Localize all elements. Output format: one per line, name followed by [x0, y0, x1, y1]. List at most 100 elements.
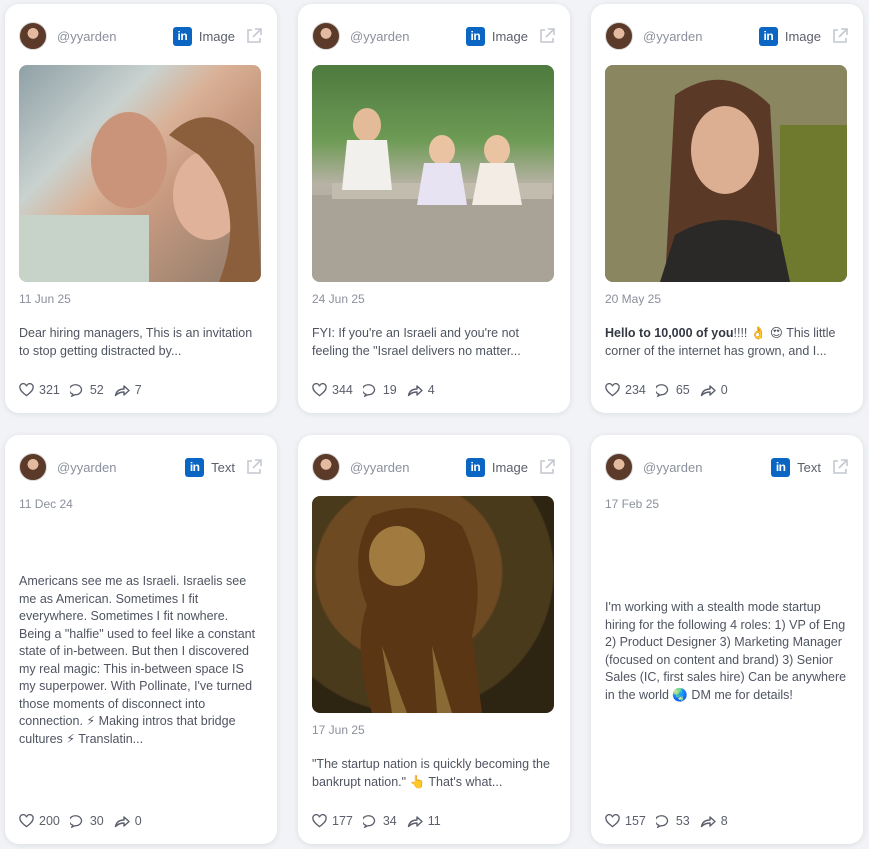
shares: 0	[700, 383, 728, 397]
post-type-label: Text	[797, 459, 821, 475]
shares-count: 8	[720, 814, 728, 828]
post-image-content	[605, 65, 847, 282]
likes-count: 200	[39, 814, 60, 828]
linkedin-icon: in	[172, 26, 192, 46]
external-link-icon[interactable]	[831, 458, 849, 476]
comment-icon	[655, 384, 669, 397]
avatar	[605, 22, 633, 50]
engagement-stats: 234 65 0	[605, 381, 738, 399]
card-header: @yyarden in Image	[19, 20, 263, 52]
post-card[interactable]: @yyarden in Image 11 Jun 25 Dear hiring …	[5, 4, 277, 413]
heart-icon	[605, 814, 620, 828]
post-card[interactable]: @yyarden in Image 17 Jun 25 "The startup…	[298, 435, 570, 844]
likes: 177	[312, 814, 353, 828]
share-icon	[407, 385, 423, 397]
post-date: 17 Jun 25	[312, 723, 365, 737]
shares-count: 0	[134, 814, 142, 828]
comments: 52	[69, 383, 104, 397]
linkedin-icon: in	[465, 26, 485, 46]
post-card[interactable]: @yyarden in Image 24 Jun 25 FYI: If you'…	[298, 4, 570, 413]
post-text: Dear hiring managers, This is an invitat…	[19, 326, 253, 358]
post-text: "The startup nation is quickly becoming …	[312, 757, 550, 789]
post-image[interactable]	[312, 65, 554, 282]
comments-count: 65	[675, 383, 690, 397]
comment-icon	[69, 815, 83, 828]
post-text: Americans see me as Israeli. Israelis se…	[19, 574, 256, 746]
username: @yyarden	[643, 459, 703, 475]
post-card[interactable]: @yyarden in Image 20 May 25 Hello to 10,…	[591, 4, 863, 413]
likes-count: 157	[625, 814, 646, 828]
likes-count: 321	[39, 383, 60, 397]
likes: 344	[312, 383, 353, 397]
username: @yyarden	[643, 28, 703, 44]
card-header: @yyarden in Image	[605, 20, 849, 52]
shares-count: 0	[720, 383, 728, 397]
share-icon	[114, 816, 130, 828]
engagement-stats: 321 52 7	[19, 381, 152, 399]
linkedin-icon: in	[465, 457, 485, 477]
post-type-label: Text	[211, 459, 235, 475]
post-text-bold: Hello to 10,000 of you	[605, 326, 734, 340]
avatar	[19, 22, 47, 50]
shares: 0	[114, 814, 142, 828]
avatar	[605, 453, 633, 481]
shares: 7	[114, 383, 142, 397]
shares: 4	[407, 383, 435, 397]
post-text: FYI: If you're an Israeli and you're not…	[312, 326, 521, 358]
comments: 30	[69, 814, 104, 828]
comments-count: 53	[675, 814, 690, 828]
shares-count: 7	[134, 383, 142, 397]
linkedin-icon: in	[185, 457, 205, 477]
username: @yyarden	[57, 459, 117, 475]
comments: 19	[362, 383, 397, 397]
post-type-label: Image	[198, 28, 235, 44]
post-type-label: Image	[784, 28, 821, 44]
likes: 200	[19, 814, 60, 828]
avatar	[19, 453, 47, 481]
heart-icon	[19, 383, 34, 397]
comments-count: 30	[89, 814, 104, 828]
post-date: 11 Dec 24	[19, 497, 73, 511]
heart-icon	[312, 814, 327, 828]
external-link-icon[interactable]	[245, 27, 263, 45]
shares-count: 4	[427, 383, 435, 397]
post-image[interactable]	[605, 65, 847, 282]
comments: 34	[362, 814, 397, 828]
share-icon	[407, 816, 423, 828]
post-type-label: Image	[491, 459, 528, 475]
likes: 321	[19, 383, 60, 397]
shares: 11	[407, 814, 441, 828]
post-date: 11 Jun 25	[19, 292, 71, 306]
comment-icon	[362, 384, 376, 397]
username: @yyarden	[57, 28, 117, 44]
username: @yyarden	[350, 28, 410, 44]
likes-count: 177	[332, 814, 353, 828]
comments-count: 52	[89, 383, 104, 397]
external-link-icon[interactable]	[245, 458, 263, 476]
heart-icon	[605, 383, 620, 397]
linkedin-icon: in	[771, 457, 791, 477]
heart-icon	[312, 383, 327, 397]
post-card[interactable]: @yyarden in Text 17 Feb 25 I'm working w…	[591, 435, 863, 844]
comment-icon	[69, 384, 83, 397]
likes-count: 344	[332, 383, 353, 397]
share-icon	[114, 385, 130, 397]
post-image[interactable]	[19, 65, 261, 282]
post-image[interactable]	[312, 496, 554, 713]
card-header: @yyarden in Text	[605, 451, 849, 483]
comments: 53	[655, 814, 690, 828]
comments-count: 19	[382, 383, 397, 397]
external-link-icon[interactable]	[538, 27, 556, 45]
username: @yyarden	[350, 459, 410, 475]
post-image-content	[19, 112, 261, 282]
engagement-stats: 177 34 11	[312, 812, 451, 830]
comments: 65	[655, 383, 690, 397]
external-link-icon[interactable]	[538, 458, 556, 476]
post-date: 24 Jun 25	[312, 292, 365, 306]
heart-icon	[19, 814, 34, 828]
post-type-label: Image	[491, 28, 528, 44]
card-header: @yyarden in Text	[19, 451, 263, 483]
external-link-icon[interactable]	[831, 27, 849, 45]
likes: 157	[605, 814, 646, 828]
post-card[interactable]: @yyarden in Text 11 Dec 24 Americans see…	[5, 435, 277, 844]
